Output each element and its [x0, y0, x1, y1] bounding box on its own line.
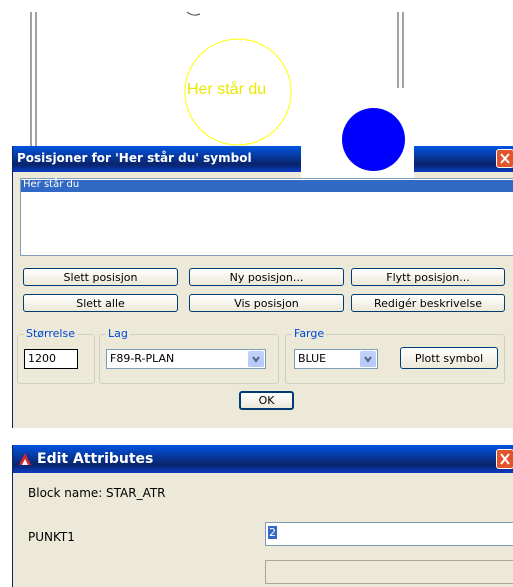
- layer-label: Lag: [106, 327, 130, 340]
- edit-attributes-dialog: Edit Attributes Block name: STAR_ATR PUN…: [12, 445, 513, 587]
- positions-list[interactable]: Her står du: [20, 178, 513, 256]
- attribute-input-2[interactable]: [265, 560, 513, 584]
- edit-attributes-titlebar[interactable]: Edit Attributes: [13, 445, 513, 473]
- size-label: Størrelse: [24, 327, 77, 340]
- ok-button[interactable]: OK: [239, 391, 294, 410]
- size-group: Størrelse 1200: [17, 327, 95, 384]
- close-icon: [500, 153, 510, 164]
- color-value: BLUE: [298, 352, 327, 365]
- show-position-button[interactable]: Vis posisjon: [189, 294, 344, 312]
- list-item-label: Her står du: [23, 179, 80, 190]
- positions-titlebar[interactable]: Posisjoner for 'Her står du' symbol: [13, 146, 513, 172]
- layer-value: F89-R-PLAN: [110, 352, 175, 365]
- app-icon-svg: [19, 453, 31, 465]
- new-position-button[interactable]: Ny posisjon...: [189, 268, 344, 286]
- color-select[interactable]: BLUE: [294, 349, 378, 369]
- positions-dialog: Posisjoner for 'Her står du' symbol Her …: [12, 146, 513, 428]
- attribute-value: 2: [268, 526, 277, 539]
- drawing-lines: [30, 11, 404, 150]
- block-name-label: Block name:: [28, 486, 103, 500]
- close-button[interactable]: [496, 149, 513, 168]
- attribute-input[interactable]: 2: [265, 522, 513, 546]
- circle-label: Her står du: [187, 81, 267, 98]
- chevron-down-icon: [364, 356, 372, 363]
- block-name-value: STAR_ATR: [106, 486, 166, 500]
- list-item[interactable]: Her står du: [21, 179, 513, 192]
- color-group: Farge BLUE Plott symbol: [285, 327, 505, 384]
- chevron-down-icon: [252, 356, 260, 363]
- delete-all-button[interactable]: Slett alle: [23, 294, 178, 312]
- plot-symbol-button[interactable]: Plott symbol: [400, 347, 498, 369]
- position-marker: [342, 108, 405, 171]
- move-position-button[interactable]: Flytt posisjon...: [351, 268, 505, 286]
- attribute-label: PUNKT1: [28, 530, 75, 544]
- layer-group: Lag F89-R-PLAN: [99, 327, 279, 384]
- delete-position-button[interactable]: Slett posisjon: [23, 268, 178, 286]
- size-input[interactable]: 1200: [24, 349, 78, 369]
- edit-attributes-title: Edit Attributes: [37, 451, 154, 467]
- layer-dropdown[interactable]: [248, 351, 264, 367]
- color-label: Farge: [292, 327, 327, 340]
- autocad-icon: [17, 451, 33, 467]
- color-dropdown[interactable]: [360, 351, 376, 367]
- edit-description-button[interactable]: Redigér beskrivelse: [351, 294, 505, 312]
- marker-cutout: [301, 100, 414, 178]
- drawing-canvas: Her står du: [0, 0, 513, 150]
- close-button[interactable]: [496, 449, 513, 469]
- layer-select[interactable]: F89-R-PLAN: [106, 349, 266, 369]
- close-icon: [500, 453, 510, 465]
- dialog-title: Posisjoner for 'Her står du' symbol: [17, 151, 252, 165]
